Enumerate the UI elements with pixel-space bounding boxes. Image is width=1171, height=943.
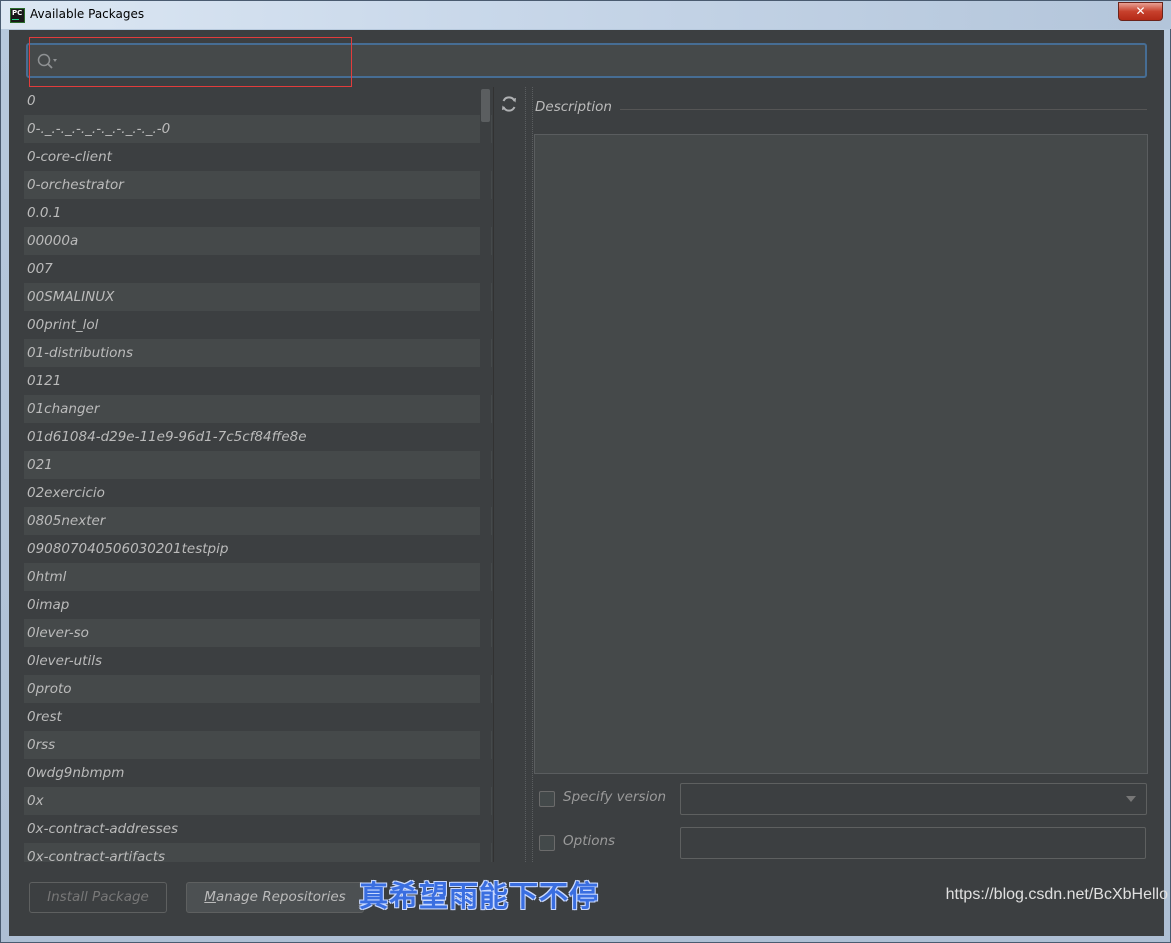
package-list-item[interactable]: 0rest (24, 703, 492, 731)
scroll-thumb[interactable] (481, 89, 490, 122)
package-list-item[interactable]: 090807040506030201testpip (24, 535, 492, 563)
package-list-item[interactable]: 01d61084-d29e-11e9-96d1-7c5cf84ffe8e (24, 423, 492, 451)
package-list-item[interactable]: 0lever-so (24, 619, 492, 647)
install-package-button[interactable]: Install Package (29, 882, 167, 913)
package-list-item[interactable]: 0proto (24, 675, 492, 703)
package-list-item[interactable]: 02exercicio (24, 479, 492, 507)
package-list-item[interactable]: 0imap (24, 591, 492, 619)
package-list-item[interactable]: 0x (24, 787, 492, 815)
package-list-item[interactable]: 0wdg9nbmpm (24, 759, 492, 787)
package-list-item[interactable]: 0x-contract-artifacts (24, 843, 492, 862)
package-list-item[interactable]: 00SMALINUX (24, 283, 492, 311)
package-list-item[interactable]: 0-orchestrator (24, 171, 492, 199)
options-label: Options (563, 833, 616, 849)
description-area (534, 134, 1148, 774)
dialog-content: 0 0-._.-._.-._.-._.-._.-._.-0 0-core-clien… (9, 30, 1164, 936)
pycharm-app-icon: PC (10, 8, 25, 23)
description-separator (620, 109, 1147, 110)
manage-repositories-button[interactable]: Manage Repositories (186, 882, 364, 913)
close-button[interactable]: ✕ (1118, 2, 1163, 21)
specify-version-checkbox[interactable] (539, 791, 555, 807)
package-list-item[interactable]: 0-core-client (24, 143, 492, 171)
annotation-highlight-box (29, 37, 352, 87)
package-list-item[interactable]: 0lever-utils (24, 647, 492, 675)
options-input[interactable] (680, 827, 1146, 859)
package-list-item[interactable]: 00print_lol (24, 311, 492, 339)
window-title: Available Packages (30, 7, 145, 21)
package-list-item[interactable]: 0 (24, 87, 492, 115)
package-list-item[interactable]: 00000a (24, 227, 492, 255)
chevron-down-icon (1126, 796, 1136, 802)
package-list-item[interactable]: 021 (24, 451, 492, 479)
package-list-item[interactable]: 0html (24, 563, 492, 591)
panel-splitter[interactable] (525, 87, 533, 862)
package-list[interactable]: 0 0-._.-._.-._.-._.-._.-._.-0 0-core-clien… (24, 87, 492, 862)
options-checkbox[interactable] (539, 835, 555, 851)
package-list-item[interactable]: 0rss (24, 731, 492, 759)
list-toolbar (493, 87, 523, 862)
version-select[interactable] (680, 783, 1147, 815)
package-list-item[interactable]: 0x-contract-addresses (24, 815, 492, 843)
package-list-scrollbar[interactable] (480, 87, 491, 862)
package-list-item[interactable]: 01-distributions (24, 339, 492, 367)
video-subtitle-caption: 真希望雨能下不停 (359, 879, 600, 913)
package-list-item[interactable]: 0-._.-._.-._.-._.-._.-._.-0 (24, 115, 492, 143)
watermark-url: https://blog.csdn.net/BcXbHello (945, 886, 1168, 903)
title-bar[interactable]: PC Available Packages ✕ (1, 1, 1171, 29)
package-list-item[interactable]: 0.0.1 (24, 199, 492, 227)
specify-version-label: Specify version (563, 789, 667, 805)
refresh-icon[interactable] (499, 94, 519, 114)
package-list-item[interactable]: 0121 (24, 367, 492, 395)
window-frame: PC Available Packages ✕ 0 0-._.-._.-._.-.… (0, 0, 1171, 943)
description-label: Description (535, 99, 612, 115)
close-icon: ✕ (1135, 4, 1146, 18)
package-list-item[interactable]: 01changer (24, 395, 492, 423)
manage-repositories-label: anage Repositories (215, 889, 346, 905)
package-list-item[interactable]: 0805nexter (24, 507, 492, 535)
package-list-item[interactable]: 007 (24, 255, 492, 283)
mnemonic-letter: M (204, 889, 216, 905)
